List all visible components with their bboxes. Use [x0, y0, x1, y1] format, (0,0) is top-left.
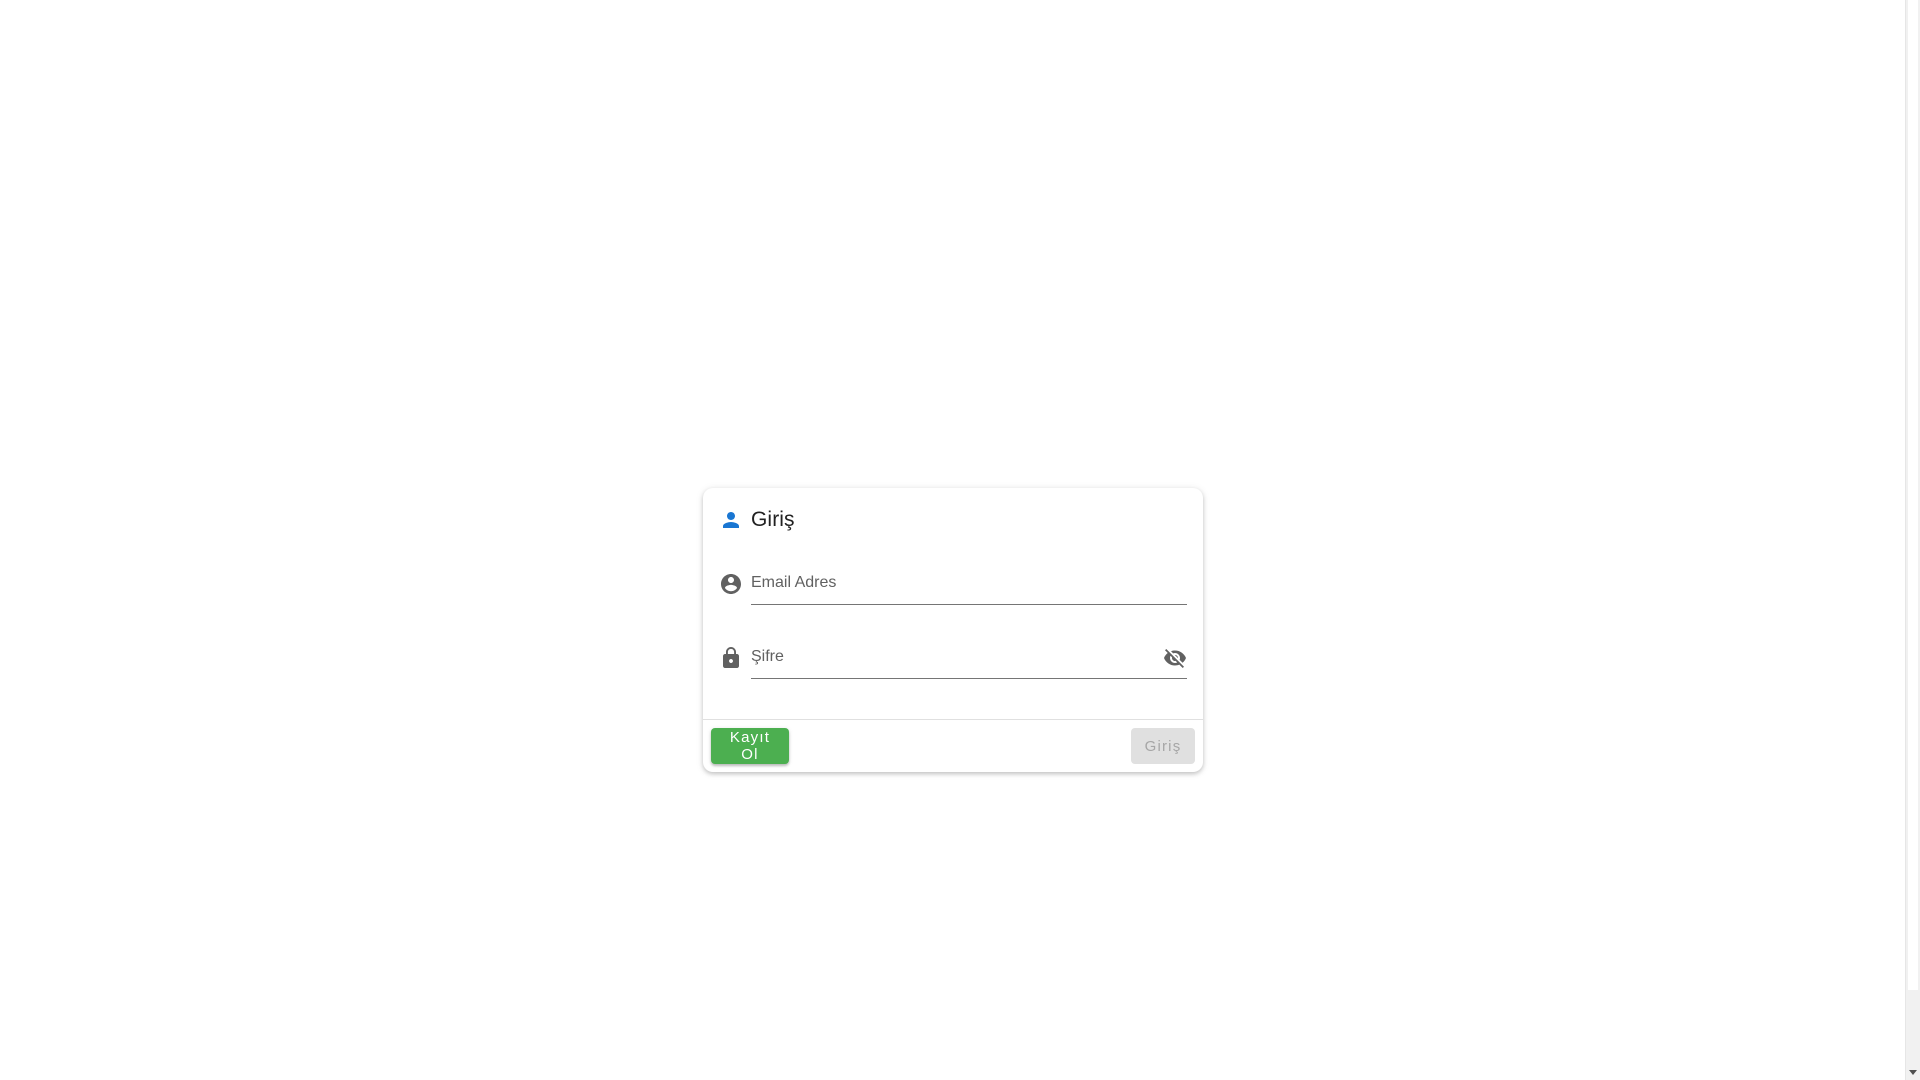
password-input[interactable]	[751, 638, 1187, 676]
page: Giriş Email Adres Kayıt Ol Giriş	[0, 0, 1920, 1080]
card-title: Giriş	[719, 508, 795, 532]
password-input-underline	[751, 638, 1187, 679]
email-input-underline	[751, 564, 1187, 605]
lock-icon	[719, 646, 743, 670]
account-circle-icon	[719, 572, 743, 596]
visibility-off-icon[interactable]	[1163, 646, 1187, 670]
email-input[interactable]	[751, 564, 1187, 602]
password-field-group	[719, 638, 1187, 679]
email-field-group	[719, 564, 1187, 605]
page-title: Giriş	[751, 508, 795, 531]
login-button[interactable]: Giriş	[1131, 728, 1195, 764]
scrollbar-thumb[interactable]	[1908, 0, 1918, 990]
login-card: Giriş Email Adres Kayıt Ol Giriş	[703, 488, 1203, 772]
vertical-scrollbar[interactable]	[1905, 0, 1920, 1080]
register-button[interactable]: Kayıt Ol	[711, 728, 789, 764]
person-icon	[719, 508, 743, 532]
card-actions: Kayıt Ol Giriş	[703, 719, 1203, 772]
scroll-down-arrow-icon[interactable]	[1909, 1070, 1917, 1075]
